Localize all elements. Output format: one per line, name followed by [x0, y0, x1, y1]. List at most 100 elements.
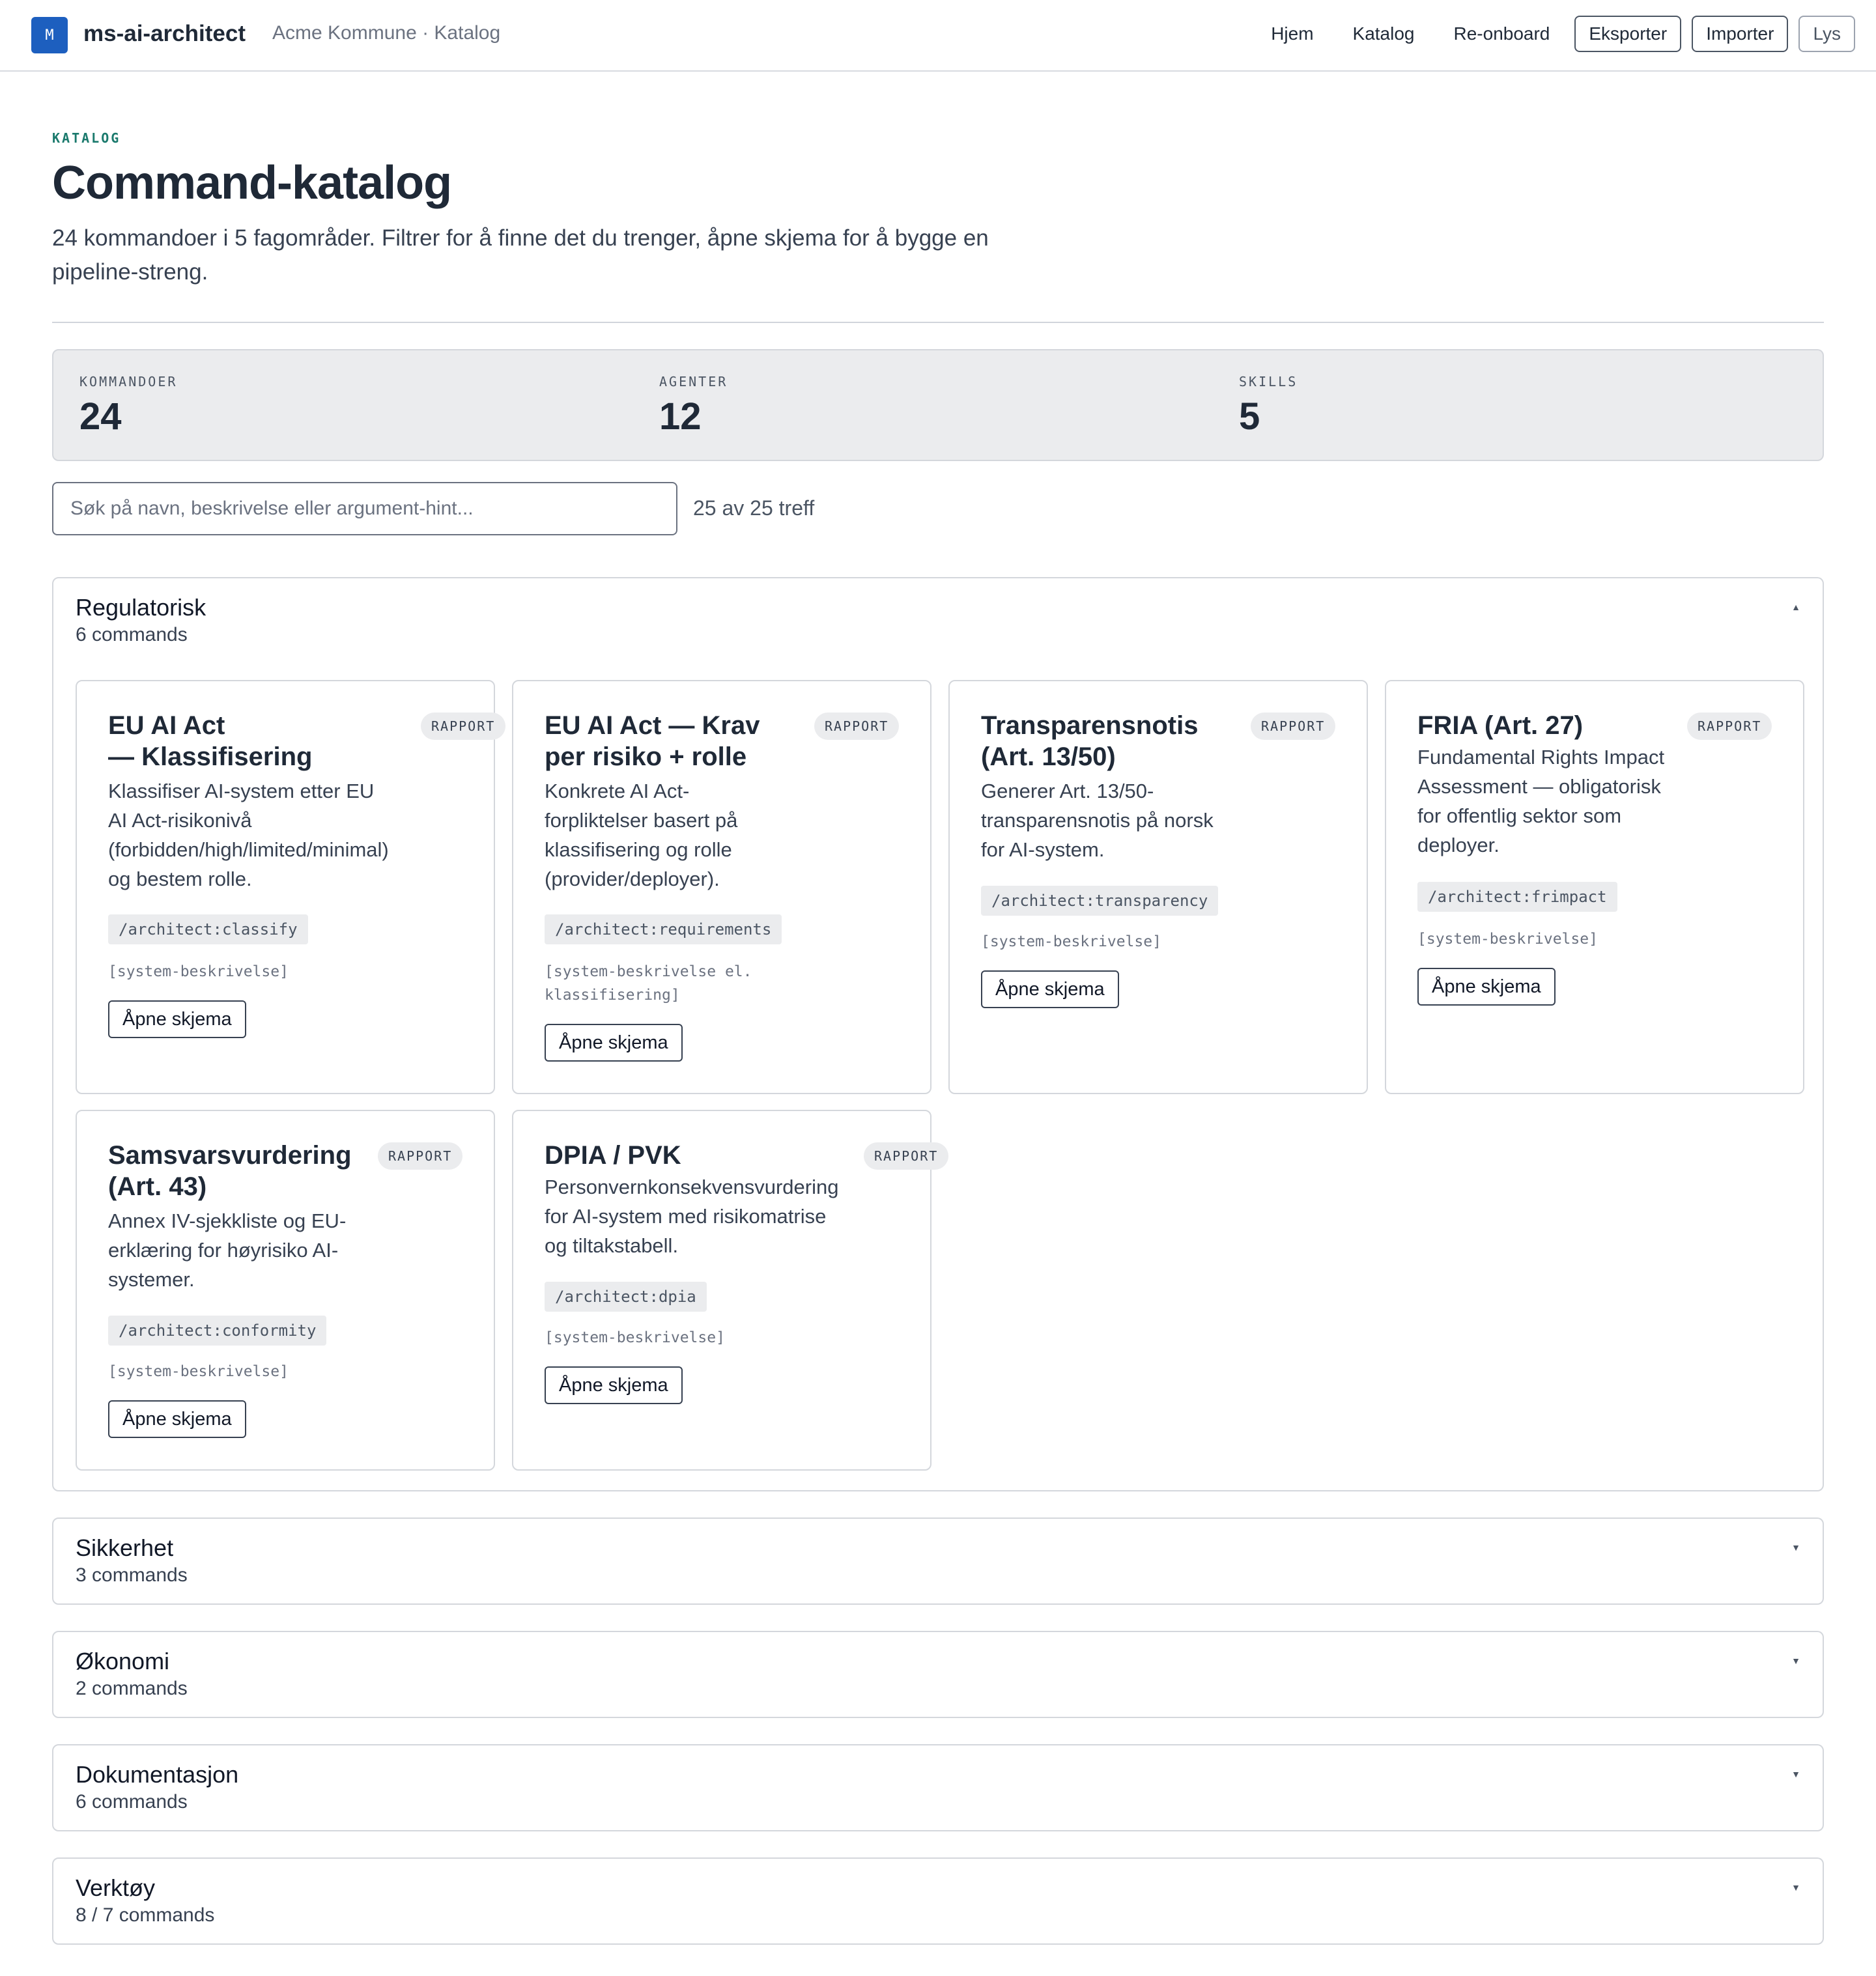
category-panel-dokumentasjon[interactable]: Dokumentasjon 6 commands ▼ — [52, 1744, 1824, 1831]
section-eyebrow: KATALOG — [52, 130, 121, 146]
type-badge: RAPPORT — [864, 1142, 949, 1170]
nav-link-re-onboard[interactable]: Re-onboard — [1440, 16, 1565, 52]
import-button[interactable]: Importer — [1692, 16, 1789, 52]
card-description-line: Assessment — obligatorisk — [1417, 775, 1661, 798]
stat-value: 24 — [79, 395, 122, 438]
nav-link-hjem[interactable]: Hjem — [1257, 16, 1328, 52]
argument-hint-line: [system-beskrivelse el. — [545, 963, 752, 980]
category-panel-okonomi[interactable]: Økonomi 2 commands ▼ — [52, 1631, 1824, 1718]
card-description: Personvernkonsekvensvurdering for AI-sys… — [545, 1172, 838, 1260]
command-code: /architect:transparency — [981, 886, 1219, 916]
argument-hint-line: [system-beskrivelse] — [1417, 931, 1598, 948]
chevron-down-icon[interactable]: ▼ — [1791, 1769, 1800, 1779]
app-name[interactable]: ms-ai-architect — [83, 21, 246, 47]
card-title: EU AI Act — Klassifisering — [108, 710, 312, 772]
category-count: 2 commands — [76, 1678, 188, 1699]
export-button[interactable]: Eksporter — [1574, 16, 1682, 52]
card-title: Samsvarsvurdering (Art. 43) — [108, 1140, 352, 1202]
command-card-frimpact: FRIA (Art. 27) RAPPORT Fundamental Right… — [1385, 680, 1804, 1094]
argument-hint-line: klassifisering] — [545, 987, 680, 1004]
card-description: Annex IV-sjekkliste og EU- erklæring for… — [108, 1206, 346, 1294]
category-name: Regulatorisk — [76, 594, 206, 621]
page-title: Command-katalog — [52, 157, 452, 209]
argument-hint: [system-beskrivelse] — [545, 1326, 725, 1349]
type-badge: RAPPORT — [421, 713, 506, 740]
card-description-line: Personvernkonsekvensvurdering — [545, 1176, 839, 1198]
card-title: FRIA (Art. 27) — [1417, 710, 1583, 741]
category-count: 6 commands — [76, 624, 188, 645]
command-code: /architect:requirements — [545, 914, 782, 944]
nav-link-katalog[interactable]: Katalog — [1339, 16, 1429, 52]
argument-hint: [system-beskrivelse] — [1417, 927, 1598, 951]
chevron-down-icon[interactable]: ▼ — [1791, 1882, 1800, 1893]
category-panel-verktoy[interactable]: Verktøy 8 / 7 commands ▼ — [52, 1857, 1824, 1945]
card-description-line: for offentlig sektor som — [1417, 804, 1622, 827]
open-form-button[interactable]: Åpne skjema — [108, 1400, 246, 1438]
card-description-line: transparensnotis på norsk — [981, 809, 1214, 832]
command-code: /architect:frimpact — [1417, 882, 1617, 912]
card-description-line: og bestem rolle. — [108, 868, 252, 890]
card-description-line: erklæring for høyrisiko AI- — [108, 1239, 339, 1262]
type-badge: RAPPORT — [378, 1142, 463, 1170]
type-badge: RAPPORT — [1687, 713, 1772, 740]
divider — [52, 322, 1824, 323]
category-name: Verktøy — [76, 1874, 156, 1901]
card-description: Fundamental Rights Impact Assessment — o… — [1417, 742, 1664, 860]
command-code: /architect:conformity — [108, 1316, 327, 1346]
card-description-line: for AI-system. — [981, 838, 1105, 861]
card-description-line: forpliktelser basert på — [545, 809, 738, 832]
card-description-line: (forbidden/high/limited/minimal) — [108, 838, 389, 861]
open-form-button[interactable]: Åpne skjema — [545, 1024, 683, 1062]
open-form-button[interactable]: Åpne skjema — [545, 1366, 683, 1404]
card-description: Generer Art. 13/50- transparensnotis på … — [981, 776, 1214, 864]
card-description: Klassifiser AI-system etter EU AI Act-ri… — [108, 776, 389, 894]
stat-label: AGENTER — [659, 374, 728, 389]
command-card-requirements: EU AI Act — Krav per risiko + rolle RAPP… — [512, 680, 931, 1094]
card-description-line: Klassifiser AI-system etter EU — [108, 780, 375, 802]
argument-hint: [system-beskrivelse el. klassifisering] — [545, 960, 752, 1007]
card-title-line: FRIA (Art. 27) — [1417, 711, 1584, 740]
card-description-line: systemer. — [108, 1268, 195, 1291]
argument-hint: [system-beskrivelse] — [981, 930, 1161, 953]
card-title-line: Samsvarsvurdering — [108, 1141, 352, 1170]
search-input[interactable] — [52, 482, 677, 535]
stat-skills: SKILLS 5 — [1239, 374, 1298, 438]
card-title: Transparensnotis (Art. 13/50) — [981, 710, 1198, 772]
app-logo[interactable]: M — [31, 17, 68, 53]
argument-hint-line: [system-beskrivelse] — [108, 1363, 289, 1380]
category-name: Dokumentasjon — [76, 1761, 239, 1788]
open-form-button[interactable]: Åpne skjema — [981, 970, 1119, 1008]
breadcrumb: Acme Kommune · Katalog — [272, 22, 501, 44]
command-card-dpia: DPIA / PVK RAPPORT Personvernkonsekvensv… — [512, 1110, 949, 1471]
card-title-line: Transparensnotis — [981, 711, 1199, 740]
open-form-button[interactable]: Åpne skjema — [1417, 968, 1556, 1006]
chevron-up-icon[interactable]: ▲ — [1791, 602, 1800, 612]
stat-value: 5 — [1239, 395, 1260, 438]
card-description-line: Konkrete AI Act- — [545, 780, 690, 802]
chevron-down-icon[interactable]: ▼ — [1791, 1542, 1800, 1553]
chevron-down-icon[interactable]: ▼ — [1791, 1656, 1800, 1666]
argument-hint-line: [system-beskrivelse] — [545, 1329, 725, 1346]
open-form-button[interactable]: Åpne skjema — [108, 1000, 246, 1038]
card-title-line: (Art. 43) — [108, 1172, 207, 1201]
stat-label: SKILLS — [1239, 374, 1298, 389]
argument-hint: [system-beskrivelse] — [108, 1360, 289, 1383]
command-code: /architect:classify — [108, 914, 308, 944]
card-title-line: — Klassifisering — [108, 742, 313, 771]
page-subtitle: 24 kommandoer i 5 fagområder. Filtrer fo… — [52, 225, 989, 285]
category-count: 3 commands — [76, 1564, 188, 1586]
card-description-line: Annex IV-sjekkliste og EU- — [108, 1209, 347, 1232]
card-title-line: (Art. 13/50) — [981, 742, 1116, 771]
card-description-line: Generer Art. 13/50- — [981, 780, 1154, 802]
main-nav: Hjem Katalog Re-onboard Eksporter Import… — [1257, 16, 1855, 52]
category-panel-sikkerhet[interactable]: Sikkerhet 3 commands ▼ — [52, 1517, 1824, 1605]
command-card-classify: EU AI Act — Klassifisering RAPPORT Klass… — [76, 680, 506, 1094]
command-code: /architect:dpia — [545, 1282, 707, 1312]
category-panel-regulatorisk: Regulatorisk 6 commands ▲ EU AI Act — Kl… — [52, 577, 1824, 1491]
category-name: Økonomi — [76, 1648, 170, 1674]
stat-agents: AGENTER 12 — [659, 374, 728, 438]
theme-toggle-button[interactable]: Lys — [1798, 16, 1855, 52]
card-description-line: for AI-system med risikomatrise — [545, 1205, 827, 1228]
argument-hint: [system-beskrivelse] — [108, 960, 289, 983]
logo-letter: M — [45, 27, 54, 44]
